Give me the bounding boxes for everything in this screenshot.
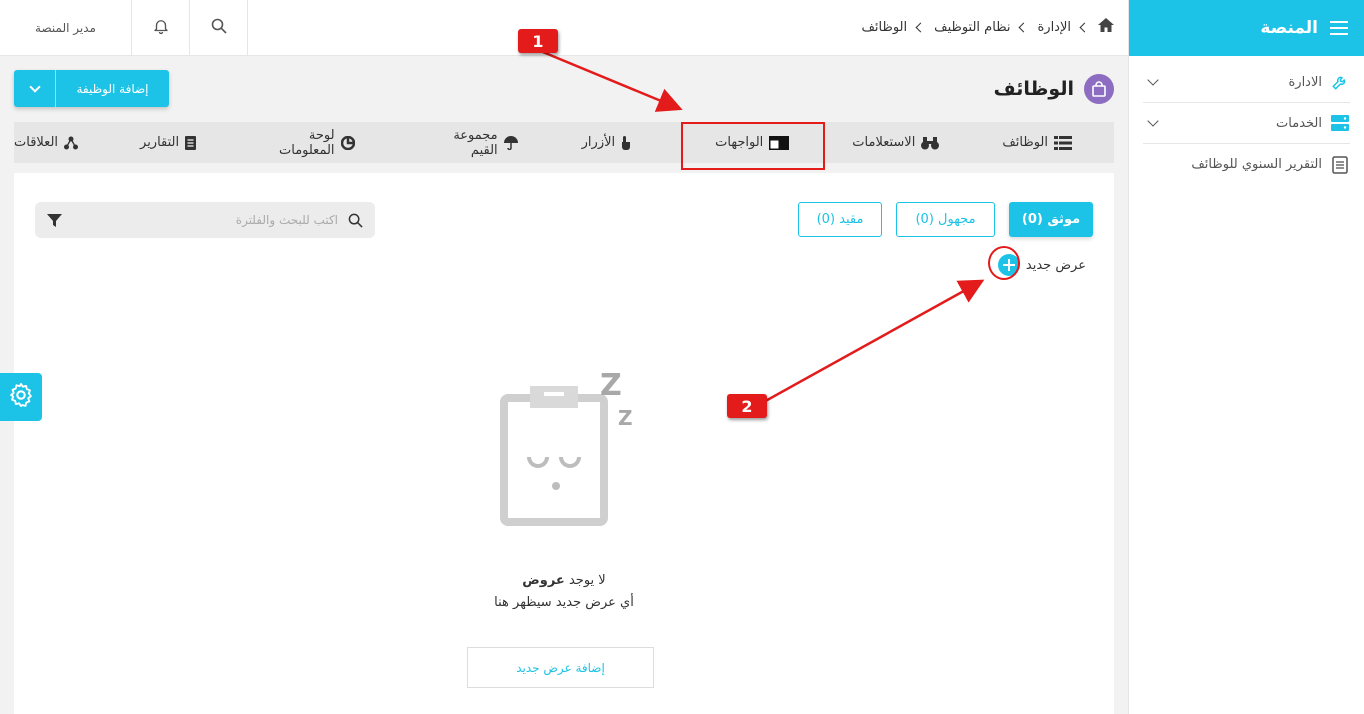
- svg-text:Z: Z: [600, 368, 622, 403]
- sidebar-item-annual-report[interactable]: التقرير السنوي للوظائف: [1143, 144, 1350, 185]
- chevron-left-icon: [1079, 22, 1090, 32]
- tab-dashboard[interactable]: لوحة المعلومات: [258, 122, 355, 163]
- hamburger-menu-icon[interactable]: [1330, 21, 1348, 35]
- empty-state-subtitle: أي عرض جديد سيظهر هنا: [494, 595, 634, 610]
- breadcrumb: الإدارة نظام التوظيف الوظائف: [861, 18, 1114, 36]
- tab-label: العلاقات: [14, 135, 59, 150]
- settings-button[interactable]: [0, 373, 42, 421]
- filter-restricted-button[interactable]: مقيد (0): [798, 202, 882, 237]
- filter-anonymous-button[interactable]: مجهول (0): [896, 202, 995, 237]
- sidebar-item-label: الخدمات: [1276, 115, 1322, 131]
- user-menu[interactable]: مدير المنصة: [0, 0, 132, 56]
- search-icon: [211, 18, 227, 38]
- content-panel: موثق (0) مجهول (0) مقيد (0) اكتب للبحث و…: [14, 173, 1114, 714]
- empty-clipboard-icon: Z Z: [500, 368, 633, 526]
- top-actions: مدير المنصة: [0, 0, 248, 56]
- annotation-callout-1: 1: [518, 29, 558, 53]
- binoculars-icon: [921, 136, 940, 150]
- report-icon: [185, 135, 197, 150]
- tab-jobs[interactable]: الوظائف: [1002, 122, 1072, 163]
- new-offer-label: عرض جديد: [1025, 257, 1086, 273]
- server-icon: [1330, 114, 1350, 132]
- tab-bar: الوظائف الاستعلامات الواجهات الأزرار مجم…: [14, 122, 1114, 163]
- relations-icon: [64, 136, 79, 150]
- annotation-tab-highlight: [681, 122, 825, 170]
- pie-chart-icon: [340, 135, 355, 150]
- chevron-down-icon[interactable]: [14, 70, 56, 107]
- tab-value-sets[interactable]: مجموعة القيم: [431, 122, 518, 163]
- search-button[interactable]: [190, 0, 248, 56]
- svg-text:Z: Z: [618, 406, 633, 430]
- search-input[interactable]: اكتب للبحث والفلترة: [62, 213, 338, 227]
- filter-verified-button[interactable]: موثق (0): [1009, 202, 1093, 237]
- tab-label: التقارير: [140, 135, 180, 150]
- tab-label: الوظائف: [1002, 135, 1048, 150]
- search-icon: [348, 213, 363, 228]
- sidebar: المنصة الادارة الخدمات التقرير السنوي لل…: [1128, 0, 1364, 714]
- empty-state-bold: عروض: [522, 573, 565, 588]
- shopping-bag-icon: [1084, 74, 1114, 104]
- add-job-label: إضافة الوظيفة: [76, 81, 149, 96]
- sidebar-item-services[interactable]: الخدمات: [1143, 103, 1350, 144]
- add-job-button[interactable]: إضافة الوظيفة: [14, 70, 169, 107]
- list-icon: [1054, 135, 1072, 150]
- sidebar-header: المنصة: [1129, 0, 1364, 56]
- annotation-plus-highlight: [988, 246, 1020, 280]
- chevron-left-icon: [1019, 22, 1029, 32]
- chevron-left-icon: [915, 22, 926, 32]
- bell-icon: [152, 17, 170, 39]
- annotation-callout-2: 2: [727, 394, 767, 418]
- tab-reports[interactable]: التقارير: [140, 122, 197, 163]
- filter-icon[interactable]: [47, 213, 62, 228]
- tab-label: الاستعلامات: [852, 135, 916, 150]
- page-title: الوظائف: [993, 78, 1074, 100]
- tab-relations[interactable]: العلاقات: [14, 122, 79, 163]
- gear-icon: [7, 381, 35, 413]
- wrench-icon: [1330, 73, 1350, 91]
- breadcrumb-item[interactable]: نظام التوظيف: [934, 20, 1010, 35]
- breadcrumb-item: الوظائف: [861, 19, 908, 35]
- umbrella-icon: [503, 135, 518, 150]
- top-bar: الإدارة نظام التوظيف الوظائف مدير المنصة: [0, 0, 1128, 56]
- page-header: الوظائف: [994, 74, 1114, 104]
- tab-label: لوحة المعلومات: [279, 127, 335, 158]
- tab-queries[interactable]: الاستعلامات: [852, 122, 940, 163]
- annotation-arrow-1: [537, 48, 683, 112]
- empty-state-title: لا يوجد عروض: [14, 573, 1114, 588]
- notifications-button[interactable]: [132, 0, 190, 56]
- sidebar-item-label: التقرير السنوي للوظائف: [1191, 157, 1322, 172]
- breadcrumb-item[interactable]: الإدارة: [1037, 20, 1071, 35]
- search-field[interactable]: اكتب للبحث والفلترة: [35, 202, 375, 238]
- sidebar-item-administration[interactable]: الادارة: [1143, 62, 1350, 103]
- sidebar-item-label: الادارة: [1288, 74, 1322, 90]
- home-icon[interactable]: [1098, 18, 1114, 36]
- pointer-icon: [621, 135, 631, 150]
- add-new-offer-button[interactable]: إضافة عرض جديد: [467, 647, 654, 688]
- tab-label: الأزرار: [581, 135, 616, 150]
- sidebar-title: المنصة: [1260, 18, 1318, 38]
- empty-state-prefix: لا يوجد: [568, 573, 606, 588]
- tab-label: مجموعة القيم: [453, 127, 498, 158]
- document-icon: [1330, 155, 1350, 174]
- tab-buttons[interactable]: الأزرار: [582, 122, 631, 163]
